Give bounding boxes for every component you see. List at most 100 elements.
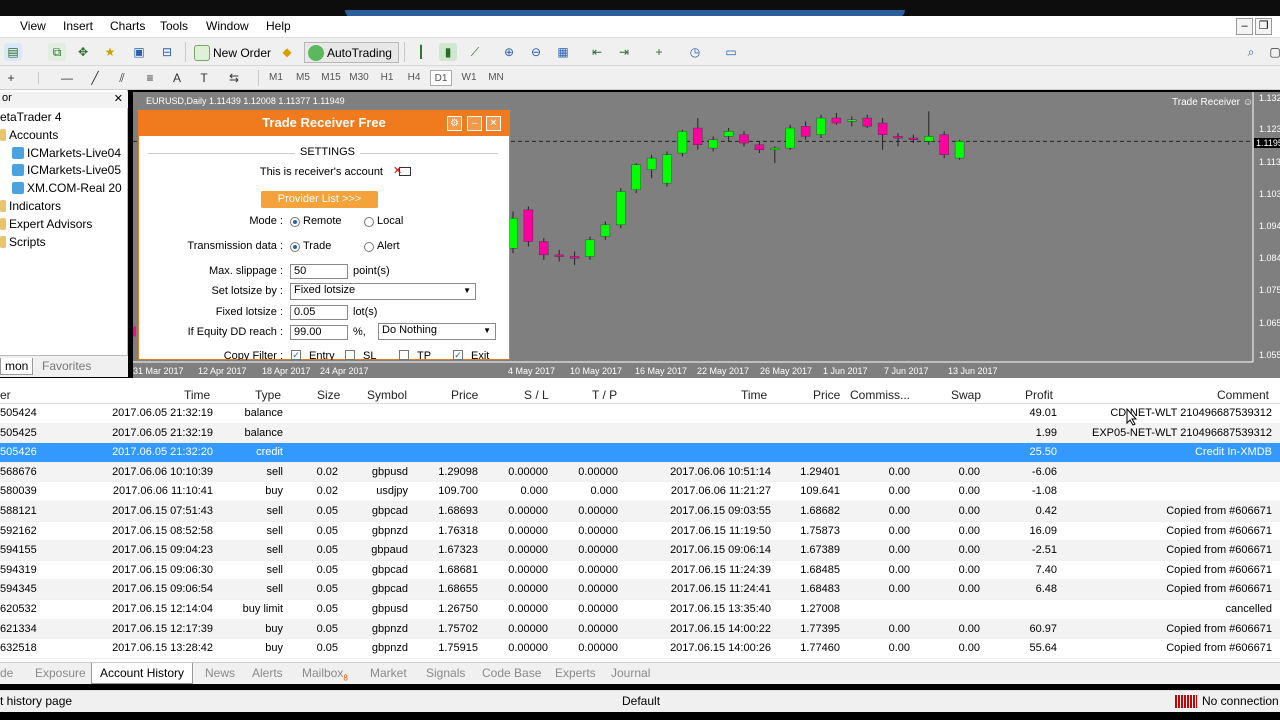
tf-m5[interactable]: M5 bbox=[292, 70, 314, 86]
trendline-tool-icon[interactable]: ╱ bbox=[86, 69, 104, 87]
table-row[interactable]: 505426 2017.06.05 21:32:20 credit 25.50 Cred… bbox=[0, 443, 1280, 463]
restore-icon[interactable]: ❐ bbox=[1255, 18, 1272, 35]
col-price2[interactable]: Price bbox=[813, 388, 840, 402]
minimize-icon[interactable]: – bbox=[467, 116, 482, 131]
candlestick-icon[interactable]: ▮ bbox=[439, 43, 457, 61]
table-row[interactable]: 580039 2017.06.06 11:10:41 buy 0.02 usdjpy 10… bbox=[0, 482, 1280, 502]
close-icon[interactable]: ✕ bbox=[114, 92, 123, 105]
zoom-in-icon[interactable]: ⊕ bbox=[500, 43, 518, 61]
col-swap[interactable]: Swap bbox=[951, 388, 981, 402]
col-tp[interactable]: T / P bbox=[592, 388, 617, 402]
fixed-lot-input[interactable]: 0.05 bbox=[290, 305, 348, 320]
search-icon[interactable]: ⌕ bbox=[1242, 43, 1260, 61]
trans-alert-radio[interactable] bbox=[364, 242, 374, 252]
cf-sl-checkbox[interactable] bbox=[345, 350, 355, 360]
tab-mailbox[interactable]: Mailbox8 bbox=[302, 666, 348, 682]
table-row[interactable]: 505424 2017.06.05 21:32:19 balance 49.01 CD-… bbox=[0, 404, 1280, 424]
col-price[interactable]: Price bbox=[451, 388, 478, 402]
text-tool-icon[interactable]: A bbox=[168, 69, 186, 87]
nav-indicators[interactable]: Indicators bbox=[0, 199, 61, 213]
templates-icon[interactable]: ▭ bbox=[722, 43, 740, 61]
table-row[interactable]: 594319 2017.06.15 09:06:30 sell 0.05 gbpcad 1… bbox=[0, 561, 1280, 581]
tf-h1[interactable]: H1 bbox=[376, 70, 398, 86]
mode-remote-radio[interactable] bbox=[290, 217, 300, 227]
table-row[interactable]: 588121 2017.06.15 07:51:43 sell 0.05 gbpcad 1… bbox=[0, 502, 1280, 522]
minimize-icon[interactable]: – bbox=[1236, 18, 1253, 35]
hline-tool-icon[interactable]: — bbox=[58, 69, 76, 87]
favorites-icon[interactable]: ★ bbox=[101, 43, 119, 61]
menu-help[interactable]: Help bbox=[266, 19, 291, 33]
chat-icon[interactable]: ▢ bbox=[1266, 43, 1280, 61]
crosshair-tool-icon[interactable]: + bbox=[2, 69, 20, 87]
nav-account-item[interactable]: ICMarkets-Live05 bbox=[12, 163, 121, 177]
tab-news[interactable]: News bbox=[205, 666, 235, 680]
col-commission[interactable]: Commiss... bbox=[850, 388, 910, 402]
cf-exit-checkbox[interactable]: ✓ bbox=[453, 350, 463, 360]
equity-dd-input[interactable]: 99.00 bbox=[290, 325, 348, 340]
tf-w1[interactable]: W1 bbox=[458, 70, 480, 86]
table-row[interactable]: 620532 2017.06.15 12:14:04 buy limit 0.05 gb… bbox=[0, 600, 1280, 620]
col-time[interactable]: Time bbox=[184, 388, 210, 402]
trans-trade-radio[interactable] bbox=[290, 242, 300, 252]
cf-tp-checkbox[interactable] bbox=[399, 350, 409, 360]
tf-m30[interactable]: M30 bbox=[348, 70, 370, 86]
tab-exposure[interactable]: Exposure bbox=[35, 666, 86, 680]
tf-d1[interactable]: D1 bbox=[430, 70, 452, 86]
table-row[interactable]: 621334 2017.06.15 12:17:39 buy 0.05 gbpnzd 1.… bbox=[0, 619, 1280, 640]
navigator-icon[interactable]: ▣ bbox=[130, 43, 148, 61]
close-icon[interactable]: ✕ bbox=[486, 116, 501, 131]
tf-mn[interactable]: MN bbox=[485, 70, 507, 86]
indicators-icon[interactable]: + bbox=[650, 43, 668, 61]
menu-window[interactable]: Window bbox=[206, 19, 249, 33]
table-row[interactable]: 568676 2017.06.06 10:10:39 sell 0.02 gbpusd 1… bbox=[0, 462, 1280, 483]
cf-entry-checkbox[interactable]: ✓ bbox=[291, 350, 301, 360]
periods-icon[interactable]: ◷ bbox=[686, 43, 704, 61]
table-row[interactable]: 594155 2017.06.15 09:04:23 sell 0.05 gbpaud 1… bbox=[0, 541, 1280, 561]
col-time2[interactable]: Time bbox=[741, 388, 767, 402]
nav-scripts[interactable]: Scripts bbox=[0, 235, 46, 249]
new-chart-icon[interactable]: ▤ bbox=[4, 43, 22, 61]
slippage-input[interactable]: 50 bbox=[290, 264, 348, 279]
tab-signals[interactable]: Signals bbox=[426, 666, 465, 680]
profiles-icon[interactable]: ⧉ bbox=[48, 43, 66, 61]
crosshair-icon[interactable]: ✥ bbox=[74, 43, 92, 61]
col-size[interactable]: Size bbox=[317, 388, 340, 402]
tab-code-base[interactable]: Code Base bbox=[482, 666, 541, 680]
lotsize-by-select[interactable]: Fixed lotsize ▼ bbox=[290, 283, 476, 300]
tf-h4[interactable]: H4 bbox=[403, 70, 425, 86]
tab-favorites[interactable]: Favorites bbox=[38, 358, 95, 374]
col-symbol[interactable]: Symbol bbox=[367, 388, 407, 402]
col-sl[interactable]: S / L bbox=[524, 388, 549, 402]
equity-action-select[interactable]: Do Nothing ▼ bbox=[378, 323, 496, 340]
menu-insert[interactable]: Insert bbox=[63, 19, 93, 33]
terminal-icon[interactable]: ⊟ bbox=[158, 43, 176, 61]
channel-tool-icon[interactable]: ⫽ bbox=[113, 69, 131, 87]
fibonacci-tool-icon[interactable]: ≡ bbox=[141, 69, 159, 87]
gear-icon[interactable]: ⚙ bbox=[447, 116, 462, 131]
table-row[interactable]: 592162 2017.06.15 08:52:58 sell 0.05 gbpnzd 1… bbox=[0, 522, 1280, 542]
label-tool-icon[interactable]: T bbox=[195, 69, 213, 87]
nav-accounts[interactable]: Accounts bbox=[0, 128, 58, 142]
menu-view[interactable]: View bbox=[20, 19, 46, 33]
arrows-tool-icon[interactable]: ⇆ bbox=[225, 69, 243, 87]
col-profit[interactable]: Profit bbox=[1025, 388, 1053, 402]
table-row[interactable]: 594345 2017.06.15 09:06:54 sell 0.05 gbpcad 1… bbox=[0, 580, 1280, 600]
tf-m1[interactable]: M1 bbox=[265, 70, 287, 86]
nav-account-item[interactable]: ICMarkets-Live04 bbox=[12, 146, 121, 160]
autoscroll-icon[interactable]: ⇥ bbox=[615, 43, 633, 61]
nav-experts[interactable]: Expert Advisors bbox=[0, 217, 92, 231]
new-order-button[interactable]: New Order bbox=[190, 42, 278, 63]
tab-market[interactable]: Market bbox=[370, 666, 407, 680]
autotrading-button[interactable]: AutoTrading bbox=[304, 42, 399, 63]
col-comment[interactable]: Comment bbox=[1217, 388, 1269, 402]
provider-list-button[interactable]: Provider List >>> bbox=[261, 191, 378, 208]
tf-m15[interactable]: M15 bbox=[320, 70, 342, 86]
nav-root[interactable]: etaTrader 4 bbox=[0, 110, 62, 124]
tab-alerts[interactable]: Alerts bbox=[252, 666, 283, 680]
menu-charts[interactable]: Charts bbox=[110, 19, 145, 33]
chart-shift-icon[interactable]: ⇤ bbox=[588, 43, 606, 61]
tab-common[interactable]: mon bbox=[0, 358, 34, 375]
tab-trade[interactable]: de bbox=[0, 666, 13, 680]
tab-account-history[interactable]: Account History bbox=[91, 663, 194, 684]
tab-journal[interactable]: Journal bbox=[611, 666, 650, 680]
